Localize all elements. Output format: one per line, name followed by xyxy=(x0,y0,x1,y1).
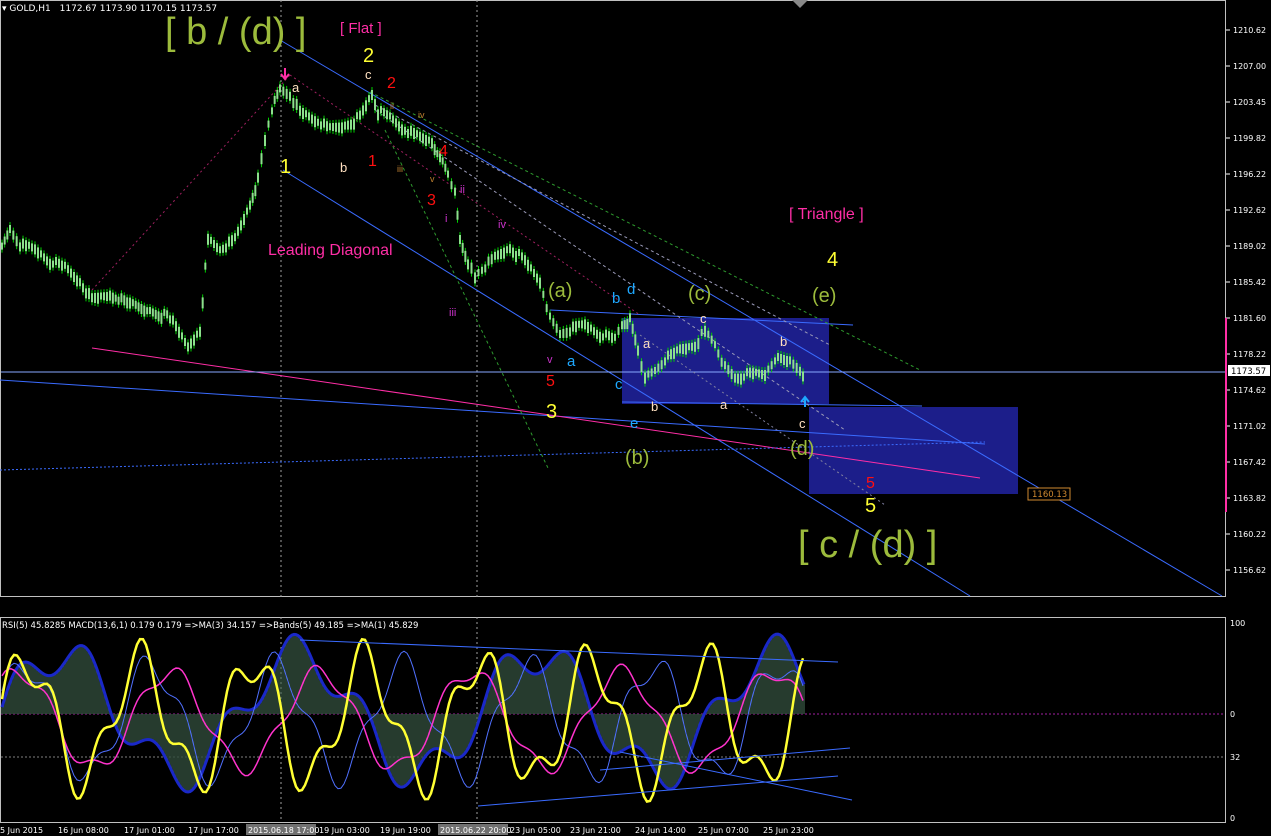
oscillator-lines xyxy=(0,632,806,803)
price-tick: 1181.60 xyxy=(1233,314,1266,323)
svg-text:a: a xyxy=(567,353,576,370)
svg-text:v: v xyxy=(547,354,553,366)
target-price-label: 1160.13 xyxy=(1032,490,1067,500)
svg-text:b: b xyxy=(651,399,658,414)
svg-text:1: 1 xyxy=(280,156,291,178)
svg-text:iii: iii xyxy=(397,164,403,174)
price-axis: 1210.62 1207.00 1203.45 1199.82 1196.22 1192.… xyxy=(1226,26,1266,575)
price-tick: 1185.42 xyxy=(1233,278,1266,287)
svg-text:100: 100 xyxy=(1230,619,1245,628)
price-tick: 1203.45 xyxy=(1233,98,1266,107)
price-tick: 1178.22 xyxy=(1233,350,1266,359)
svg-text:e: e xyxy=(630,415,638,432)
price-tick: 1199.82 xyxy=(1233,134,1266,143)
time-tick: 24 Jun 14:00 xyxy=(635,826,686,835)
svg-text:(e): (e) xyxy=(812,285,836,307)
flat-label: [ Flat ] xyxy=(340,20,382,37)
scroll-marker-icon[interactable] xyxy=(792,0,808,8)
price-tick: 1207.00 xyxy=(1233,62,1266,71)
svg-text:iv: iv xyxy=(498,219,506,231)
svg-text:i: i xyxy=(445,213,447,225)
svg-text:4: 4 xyxy=(827,249,838,271)
time-tick: 23 Jun 21:00 xyxy=(570,826,621,835)
svg-text:c: c xyxy=(799,416,806,431)
svg-text:4: 4 xyxy=(439,143,448,160)
svg-text:0: 0 xyxy=(1230,710,1235,719)
svg-text:c: c xyxy=(615,376,623,393)
time-tick: 25 Jun 23:00 xyxy=(763,826,814,835)
price-tick: 1196.22 xyxy=(1233,170,1266,179)
svg-text:(c): (c) xyxy=(688,283,711,305)
svg-text:(a): (a) xyxy=(548,280,572,302)
trendlines xyxy=(0,39,1226,597)
svg-text:a: a xyxy=(720,397,728,412)
svg-text:32: 32 xyxy=(1230,753,1240,762)
svg-text:iii: iii xyxy=(449,307,456,319)
price-tick: 1163.82 xyxy=(1233,494,1266,503)
svg-text:(b): (b) xyxy=(625,447,649,469)
svg-text:ii: ii xyxy=(460,184,465,196)
svg-text:v: v xyxy=(430,174,435,184)
svg-text:c: c xyxy=(700,311,707,326)
price-tick: 1171.02 xyxy=(1233,422,1266,431)
leading-diagonal-label: Leading Diagonal xyxy=(268,242,393,259)
triangle-label: [ Triangle ] xyxy=(789,206,864,223)
time-tick: 19 Jun 03:00 xyxy=(319,826,370,835)
svg-text:(d): (d) xyxy=(790,438,814,460)
time-tick: 17 Jun 01:00 xyxy=(124,826,175,835)
svg-text:5: 5 xyxy=(866,475,875,492)
svg-text:b: b xyxy=(780,334,787,349)
price-tick: 1167.42 xyxy=(1233,458,1266,467)
price-tick: 1174.62 xyxy=(1233,386,1266,395)
time-tick: 23 Jun 05:00 xyxy=(510,826,561,835)
svg-text:b: b xyxy=(340,160,347,175)
time-tick: 5 Jun 2015 xyxy=(0,826,43,835)
time-tick: 2015.06.18 17:00 xyxy=(248,826,319,835)
wave-label-bd: [ b / (d) ] xyxy=(165,11,306,53)
current-price-label: 1173.57 xyxy=(1231,367,1266,377)
indicator-panel[interactable]: RSI(5) 45.8285 MACD(13,6,1) 0.179 0.179 … xyxy=(0,600,1271,836)
svg-text:2: 2 xyxy=(363,45,374,67)
svg-text:a: a xyxy=(643,336,651,351)
price-tick: 1189.02 xyxy=(1233,242,1266,251)
svg-text:5: 5 xyxy=(546,373,555,390)
wave-label-cd: [ c / (d) ] xyxy=(798,524,937,566)
svg-text:b: b xyxy=(612,290,620,307)
time-tick: 2015.06.22 20:00 xyxy=(440,826,511,835)
svg-text:c: c xyxy=(365,67,372,82)
svg-text:3: 3 xyxy=(546,401,557,423)
svg-text:2: 2 xyxy=(387,75,396,92)
time-tick: 19 Jun 19:00 xyxy=(380,826,431,835)
price-chart[interactable]: 1210.62 1207.00 1203.45 1199.82 1196.22 1192.… xyxy=(0,0,1271,598)
svg-text:5: 5 xyxy=(865,495,876,517)
price-tick: 1156.62 xyxy=(1233,566,1266,575)
svg-text:a: a xyxy=(292,80,300,95)
svg-text:0: 0 xyxy=(1230,814,1235,823)
target-box xyxy=(809,407,1018,494)
svg-text:iv: iv xyxy=(418,110,425,120)
price-tick: 1160.22 xyxy=(1233,530,1266,539)
time-axis: 5 Jun 2015 16 Jun 08:00 17 Jun 01:00 17 Jun… xyxy=(0,824,814,835)
price-tick: 1192.62 xyxy=(1233,206,1266,215)
svg-text:1: 1 xyxy=(368,153,377,170)
time-tick: 16 Jun 08:00 xyxy=(58,826,109,835)
price-tick: 1210.62 xyxy=(1233,26,1266,35)
indicator-axis: 100 0 32 0 xyxy=(1230,619,1245,823)
indicator-header: RSI(5) 45.8285 MACD(13,6,1) 0.179 0.179 … xyxy=(2,621,418,631)
svg-text:ii: ii xyxy=(390,101,394,111)
time-tick: 17 Jun 17:00 xyxy=(188,826,239,835)
arrow-down-icon xyxy=(280,68,290,81)
svg-text:d: d xyxy=(627,281,635,298)
time-tick: 25 Jun 07:00 xyxy=(698,826,749,835)
svg-text:3: 3 xyxy=(427,192,436,209)
